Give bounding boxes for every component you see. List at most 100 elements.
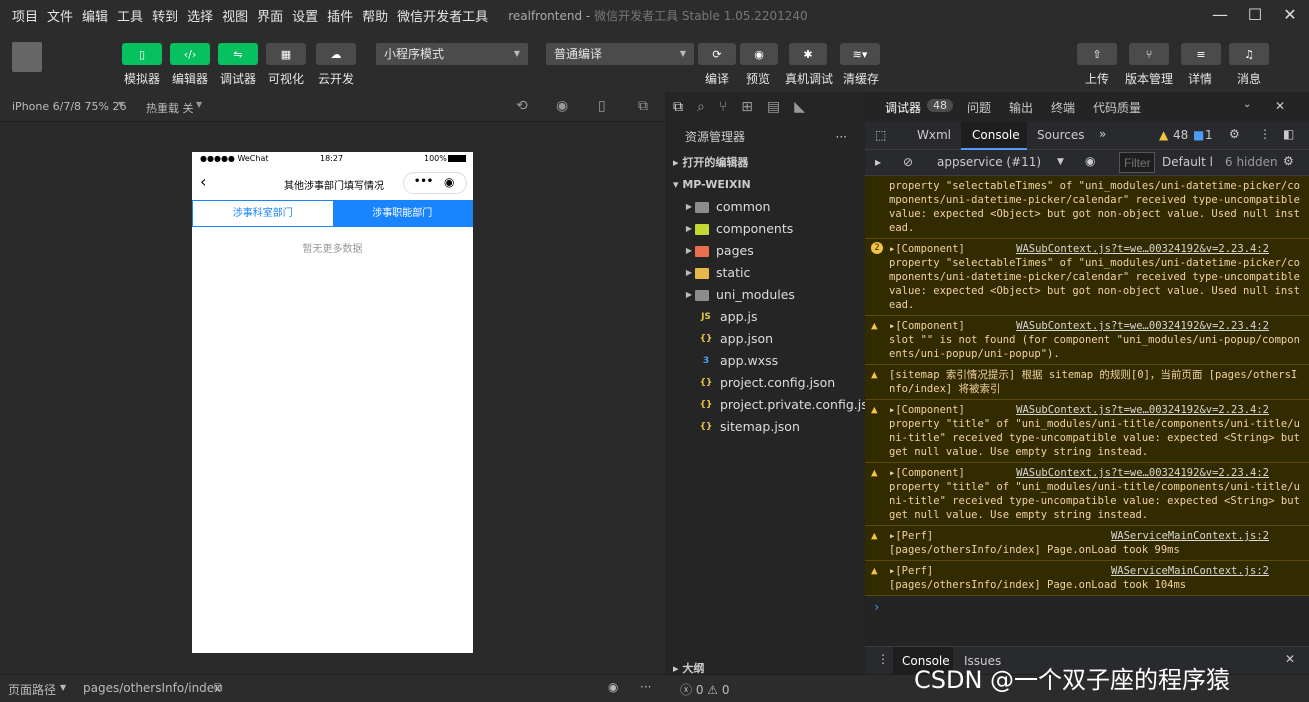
filter-input[interactable] — [1119, 152, 1155, 173]
menu-item[interactable]: 文件 — [47, 6, 73, 25]
menu-item[interactable]: 选择 — [187, 6, 213, 25]
file-item[interactable]: {} app.json — [665, 328, 865, 350]
folder-item[interactable]: ▶ components — [665, 218, 865, 240]
gear-icon[interactable]: ⚙ — [1229, 127, 1240, 141]
warning-count[interactable]: 48 — [1173, 128, 1188, 142]
preview-button[interactable]: 预览 — [746, 70, 770, 87]
file-item[interactable]: 3 app.wxss — [665, 350, 865, 372]
version-button[interactable]: 版本管理 — [1125, 70, 1173, 87]
messages-button[interactable]: 消息 — [1237, 70, 1261, 87]
debugger-icon[interactable]: ⇋ — [218, 43, 258, 65]
upload-button[interactable]: 上传 — [1085, 70, 1109, 87]
console-message[interactable]: ▲ WAServiceMainContext.js:2 ▸[Perf] [pages… — [865, 561, 1309, 596]
dock-icon[interactable]: ◧ — [1283, 127, 1294, 141]
source-link[interactable]: WAServiceMainContext.js:2 — [1111, 564, 1269, 578]
console-message[interactable]: ▲ WAServiceMainContext.js:2 ▸[Perf] [pages… — [865, 526, 1309, 561]
close-icon[interactable]: ✕ — [1285, 652, 1295, 666]
capsule-button[interactable]: ••• ◉ — [403, 172, 467, 194]
hotreload-select[interactable]: 热重载 关 — [146, 100, 194, 116]
copy-icon[interactable]: ⧉ — [214, 680, 223, 695]
extensions-icon[interactable]: ⊞ — [741, 99, 753, 115]
source-link[interactable]: WASubContext.js?t=we…00324192&v=2.23.4:2 — [1016, 403, 1269, 417]
console-message[interactable]: ▲ [sitemap 索引情况提示] 根据 sitemap 的规则[0]，当前页面… — [865, 365, 1309, 400]
panel-wxml[interactable]: Wxml — [917, 128, 951, 142]
visual-button[interactable]: 可视化 — [268, 70, 304, 87]
problems-count[interactable]: ⓧ 0 ⚠ 0 — [680, 681, 729, 698]
more-icon[interactable]: ••• — [414, 176, 433, 187]
more-icon[interactable]: ··· — [836, 122, 847, 152]
file-item[interactable]: JS app.js — [665, 306, 865, 328]
upload-icon[interactable]: ⇧ — [1077, 43, 1117, 65]
compile-button[interactable]: 编译 — [705, 70, 729, 87]
open-editors-section[interactable]: ▸ 打开的编辑器 — [665, 152, 865, 174]
storage-icon[interactable]: ▤ — [767, 99, 780, 115]
menu-item[interactable]: 项目 — [12, 6, 38, 25]
levels-select[interactable]: Default l — [1162, 155, 1213, 169]
console-message[interactable]: ▲ WASubContext.js?t=we…00324192&v=2.23.4:… — [865, 316, 1309, 365]
tab-debugger[interactable]: 调试器 — [885, 99, 921, 116]
popout-icon[interactable]: ⧉ — [638, 98, 648, 114]
layers-icon[interactable]: ≋▾ — [840, 43, 880, 65]
editor-button[interactable]: 编辑器 — [172, 70, 208, 87]
folder-item[interactable]: ▶ pages — [665, 240, 865, 262]
eye-icon[interactable]: ◉ — [608, 680, 618, 694]
compile-select[interactable]: 普通编译 ▼ — [546, 43, 694, 65]
menu-icon[interactable]: ≡ — [1181, 43, 1221, 65]
folder-item[interactable]: ▶ common — [665, 196, 865, 218]
menu-item[interactable]: 视图 — [222, 6, 248, 25]
file-item[interactable]: {} sitemap.json — [665, 416, 865, 438]
folder-item[interactable]: ▶ uni_modules — [665, 284, 865, 306]
files-icon[interactable]: ⧉ — [673, 99, 683, 115]
phone-icon[interactable]: ▯ — [598, 98, 606, 114]
menu-item[interactable]: 插件 — [327, 6, 353, 25]
back-icon[interactable]: ‹ — [200, 172, 206, 191]
source-control-icon[interactable]: ⑂ — [719, 99, 727, 115]
eye-icon[interactable]: ◉ — [740, 43, 778, 65]
simulator-icon[interactable]: ▯ — [122, 43, 162, 65]
details-button[interactable]: 详情 — [1188, 70, 1212, 87]
clear-cache-button[interactable]: 清缓存 — [843, 70, 879, 87]
inspect-icon[interactable]: ⬚ — [875, 128, 886, 142]
rotate-icon[interactable]: ⟲ — [516, 98, 528, 114]
console-message[interactable]: property "selectableTimes" of "uni_modul… — [865, 176, 1309, 239]
menu-item[interactable]: 界面 — [257, 6, 283, 25]
menu-item[interactable]: 微信开发者工具 — [397, 6, 488, 25]
minimize-button[interactable]: — — [1210, 5, 1230, 25]
menu-item[interactable]: 帮助 — [362, 6, 388, 25]
close-button[interactable]: ✕ — [1280, 5, 1300, 25]
root-folder[interactable]: ▾ MP-WEIXIN — [665, 174, 865, 196]
kebab-icon[interactable]: ⋮ — [877, 652, 889, 666]
folder-item[interactable]: ▶ static — [665, 262, 865, 284]
kebab-icon[interactable]: ⋮ — [1259, 127, 1271, 141]
close-mini-icon[interactable]: ◉ — [444, 175, 454, 189]
panel-sources[interactable]: Sources — [1037, 128, 1084, 142]
clear-console-icon[interactable]: ⊘ — [903, 155, 913, 169]
sidebar-toggle-icon[interactable]: ▸ — [875, 155, 881, 169]
file-item[interactable]: {} project.config.json — [665, 372, 865, 394]
source-link[interactable]: WAServiceMainContext.js:2 — [1111, 529, 1269, 543]
avatar[interactable] — [12, 42, 42, 72]
cloud-icon[interactable]: ☁ — [316, 43, 356, 65]
chevron-down-icon[interactable]: ⌄ — [1243, 99, 1251, 110]
menu-item[interactable]: 工具 — [117, 6, 143, 25]
maximize-button[interactable]: ☐ — [1245, 5, 1265, 25]
console-message[interactable]: ▲ WASubContext.js?t=we…00324192&v=2.23.4:… — [865, 400, 1309, 463]
cloud-dev-button[interactable]: 云开发 — [318, 70, 354, 87]
menu-item[interactable]: 编辑 — [82, 6, 108, 25]
remote-debug-button[interactable]: 真机调试 — [785, 70, 833, 87]
more-panels-icon[interactable]: » — [1099, 127, 1106, 141]
more-icon[interactable]: ··· — [640, 680, 651, 694]
console-message[interactable]: 2 WASubContext.js?t=we…00324192&v=2.23.4:… — [865, 239, 1309, 316]
info-count[interactable]: 1 — [1205, 128, 1213, 142]
settings-icon[interactable]: ⚙ — [1283, 154, 1294, 168]
tab-dept[interactable]: 涉事科室部门 — [193, 201, 333, 226]
tab-code-quality[interactable]: 代码质量 — [1093, 99, 1141, 116]
menu-item[interactable]: 设置 — [292, 6, 318, 25]
menu-item[interactable]: 转到 — [152, 6, 178, 25]
docker-icon[interactable]: ◣ — [794, 99, 805, 115]
source-link[interactable]: WASubContext.js?t=we…00324192&v=2.23.4:2 — [1016, 319, 1269, 333]
tab-output[interactable]: 输出 — [1009, 99, 1033, 116]
panel-console[interactable]: Console — [972, 128, 1020, 142]
device-select[interactable]: iPhone 6/7/8 75% 26 — [12, 100, 126, 113]
page-path-label[interactable]: 页面路径 — [8, 681, 56, 698]
